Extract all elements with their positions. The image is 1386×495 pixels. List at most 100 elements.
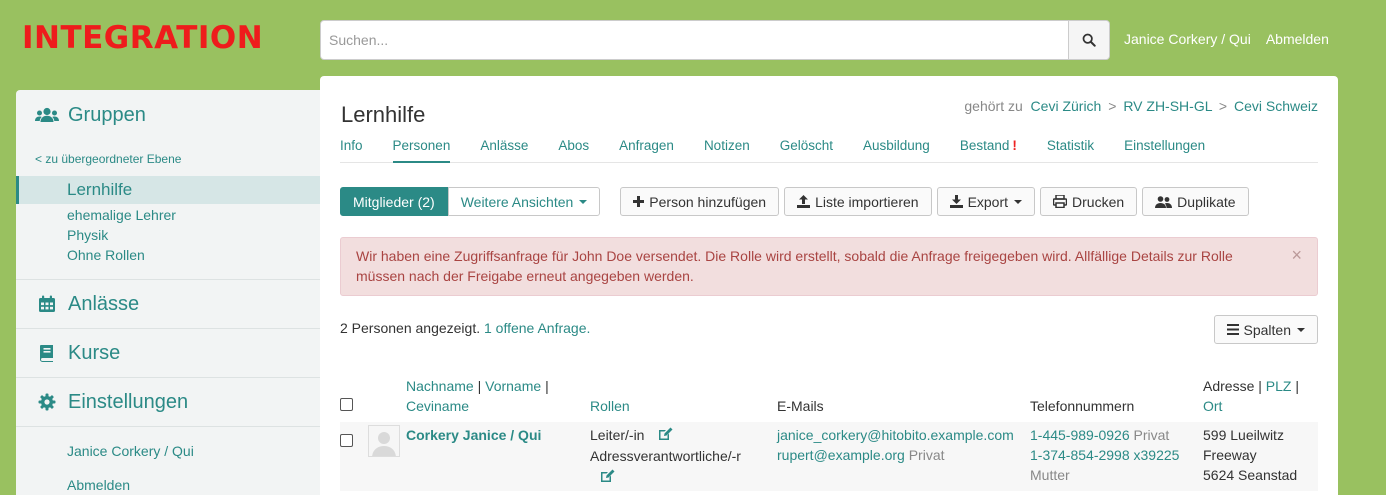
import-list-label: Liste importieren — [815, 193, 919, 210]
select-all-checkbox[interactable] — [340, 398, 353, 411]
book-icon — [34, 344, 60, 362]
header-separator: | — [545, 378, 549, 394]
tab-bestand-label: Bestand — [959, 138, 1010, 153]
edit-role-icon[interactable] — [600, 468, 615, 488]
more-views-label: Weitere Ansichten — [460, 193, 574, 210]
export-dropdown[interactable]: Export — [936, 187, 1036, 216]
sidebar-courses[interactable]: Kurse — [16, 329, 320, 377]
count-text: 2 Personen angezeigt. — [340, 320, 481, 336]
open-requests-link[interactable]: 1 offene Anfrage. — [484, 320, 590, 336]
sidebar-events[interactable]: Anlässe — [16, 280, 320, 328]
parent-breadcrumb: gehört zu Cevi Zürich > RV ZH-SH-GL > Ce… — [964, 98, 1318, 114]
sort-rollen[interactable]: Rollen — [590, 398, 630, 414]
people-table: Nachname | Vorname | Ceviname Rollen E-M… — [340, 374, 1318, 491]
sidebar-user-link[interactable]: Janice Corkery / Qui — [16, 427, 320, 459]
duplicates-label: Duplikate — [1177, 193, 1236, 210]
alert-message: Wir haben eine Zugriffsanfrage für John … — [356, 248, 1233, 284]
sidebar: Gruppen < zu übergeordneter Ebene Lernhi… — [16, 90, 320, 495]
page-title: Lernhilfe — [341, 102, 426, 127]
phone-type-label: Mutter — [1030, 467, 1070, 483]
role-label: Adressverantwortliche/-r — [590, 448, 741, 465]
address-header: Adresse — [1203, 378, 1255, 394]
tab-bar: Info Personen Anlässe Abos Anfragen Noti… — [340, 138, 1318, 163]
sort-ort[interactable]: Ort — [1203, 398, 1222, 414]
email-link[interactable]: rupert@example.org — [777, 447, 905, 463]
members-button[interactable]: Mitglieder (2) — [340, 187, 448, 216]
tab-personen[interactable]: Personen — [392, 138, 451, 163]
sidebar-item-ohne-rollen[interactable]: Ohne Rollen — [16, 245, 320, 272]
sidebar-item-physik[interactable]: Physik — [16, 225, 320, 245]
person-name-link[interactable]: Corkery Janice / Qui — [406, 427, 541, 443]
top-nav: Janice Corkery / Qui Abmelden — [1124, 31, 1329, 47]
export-label: Export — [967, 193, 1009, 210]
breadcrumb-cevi-zuerich[interactable]: Cevi Zürich — [1031, 98, 1102, 114]
search-box — [320, 20, 1110, 60]
tab-notizen[interactable]: Notizen — [704, 138, 750, 163]
upload-icon — [797, 195, 811, 208]
users-icon — [34, 107, 60, 123]
print-icon — [1053, 195, 1068, 208]
tab-einstellungen[interactable]: Einstellungen — [1124, 138, 1205, 163]
duplicates-button[interactable]: Duplikate — [1142, 187, 1249, 216]
caret-down-icon — [1297, 327, 1305, 332]
gear-icon — [34, 393, 60, 411]
phone-type-label: Privat — [1133, 427, 1170, 443]
sidebar-item-ehemalige-lehrer[interactable]: ehemalige Lehrer — [16, 205, 320, 225]
print-button[interactable]: Drucken — [1040, 187, 1138, 216]
columns-dropdown[interactable]: Spalten — [1213, 315, 1318, 344]
name-column-header: Nachname | Vorname | Ceviname — [406, 374, 590, 422]
close-icon[interactable]: × — [1291, 245, 1302, 265]
breadcrumb-cevi-schweiz[interactable]: Cevi Schweiz — [1234, 98, 1318, 114]
action-toolbar: Mitglieder (2) Weitere Ansichten Person … — [340, 187, 1254, 216]
address-line: Freeway — [1203, 447, 1257, 463]
sidebar-item-lernhilfe[interactable]: Lernhilfe — [16, 176, 320, 204]
download-icon — [949, 195, 963, 208]
tab-geloescht[interactable]: Gelöscht — [780, 138, 833, 163]
breadcrumb-rv-zh-sh-gl[interactable]: RV ZH-SH-GL — [1123, 98, 1212, 114]
search-button[interactable] — [1068, 21, 1109, 59]
header-separator: | — [1258, 378, 1262, 394]
print-label: Drucken — [1072, 193, 1125, 210]
tab-ausbildung[interactable]: Ausbildung — [863, 138, 930, 163]
belongs-prefix: gehört zu — [964, 98, 1023, 114]
search-input[interactable] — [321, 21, 1068, 59]
main-panel: Lernhilfe gehört zu Cevi Zürich > RV ZH-… — [320, 76, 1338, 495]
phone-link[interactable]: 1-374-854-2998 x39225 — [1030, 447, 1179, 463]
sort-vorname[interactable]: Vorname — [485, 378, 541, 394]
sort-ceviname[interactable]: Ceviname — [406, 398, 469, 414]
sidebar-settings[interactable]: Einstellungen — [16, 378, 320, 426]
sidebar-logout-link[interactable]: Abmelden — [16, 459, 320, 493]
sidebar-groups-label: Gruppen — [68, 103, 146, 126]
tab-anlaesse[interactable]: Anlässe — [480, 138, 528, 163]
top-logout-link[interactable]: Abmelden — [1266, 31, 1329, 47]
add-person-button[interactable]: Person hinzufügen — [620, 187, 780, 216]
result-count: 2 Personen angezeigt. 1 offene Anfrage. — [340, 320, 590, 336]
plus-icon — [633, 196, 645, 207]
breadcrumb-separator: > — [1218, 98, 1228, 114]
more-views-dropdown[interactable]: Weitere Ansichten — [447, 187, 601, 216]
row-checkbox[interactable] — [340, 434, 353, 447]
tab-abos[interactable]: Abos — [558, 138, 589, 163]
sidebar-groups-heading[interactable]: Gruppen — [16, 90, 320, 140]
email-type-label: Privat — [908, 447, 945, 463]
phone-link[interactable]: 1-445-989-0926 — [1030, 427, 1130, 443]
sort-nachname[interactable]: Nachname — [406, 378, 474, 394]
calendar-icon — [34, 295, 60, 313]
tab-statistik[interactable]: Statistik — [1047, 138, 1094, 163]
email-link[interactable]: janice_corkery@hitobito.example.com — [777, 427, 1014, 443]
access-request-alert: Wir haben eine Zugriffsanfrage für John … — [340, 237, 1318, 296]
tab-anfragen[interactable]: Anfragen — [619, 138, 674, 163]
warning-mark: ! — [1012, 138, 1017, 153]
app-brand[interactable]: INTEGRATION — [22, 20, 263, 56]
sort-plz[interactable]: PLZ — [1266, 378, 1292, 394]
add-person-label: Person hinzufügen — [649, 193, 767, 210]
import-list-button[interactable]: Liste importieren — [784, 187, 932, 216]
header-separator: | — [1295, 378, 1299, 394]
tab-bestand[interactable]: Bestand! — [960, 138, 1017, 163]
edit-role-icon[interactable] — [658, 426, 673, 446]
top-user-link[interactable]: Janice Corkery / Qui — [1124, 31, 1251, 47]
tab-info[interactable]: Info — [340, 138, 363, 163]
header-separator: | — [477, 378, 482, 394]
parent-level-link[interactable]: < zu übergeordneter Ebene — [16, 140, 320, 176]
caret-down-icon — [1014, 199, 1023, 204]
